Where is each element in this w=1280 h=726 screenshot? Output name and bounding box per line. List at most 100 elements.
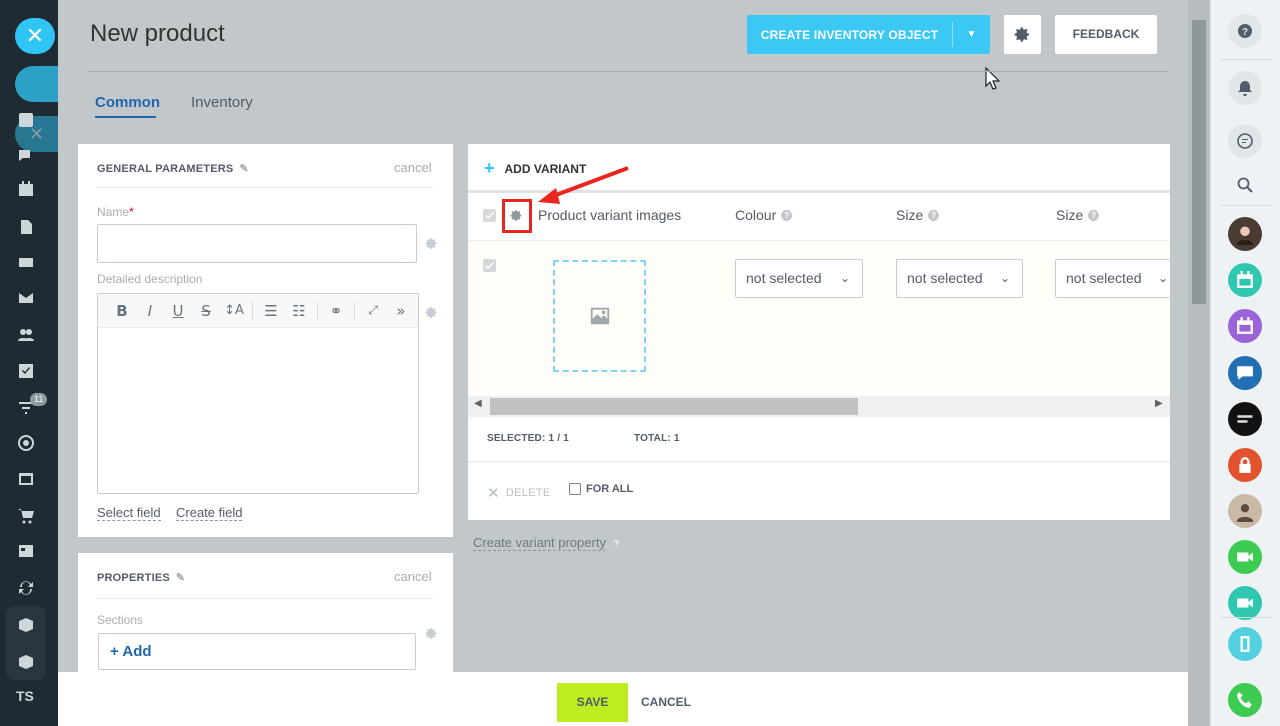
- checkbox-box[interactable]: [569, 483, 581, 495]
- underline-button[interactable]: U: [164, 302, 192, 320]
- column-header-size-2[interactable]: Size?: [1056, 207, 1100, 223]
- bulleted-list-icon[interactable]: ☷: [285, 302, 313, 320]
- search-icon[interactable]: [1228, 168, 1262, 202]
- pencil-icon[interactable]: ✎: [176, 571, 185, 584]
- help-icon[interactable]: ?: [781, 209, 793, 221]
- tasks-icon[interactable]: [17, 363, 35, 379]
- target-icon[interactable]: [17, 435, 35, 451]
- drive-icon[interactable]: [17, 254, 35, 270]
- bell-icon[interactable]: [1228, 71, 1262, 105]
- select-all-checkbox[interactable]: [483, 209, 496, 222]
- page-scrollbar-thumb[interactable]: [1192, 20, 1206, 304]
- scroll-left-icon[interactable]: ◀: [474, 398, 482, 409]
- link-icon[interactable]: ⚭: [322, 302, 350, 320]
- scroll-right-icon[interactable]: ▶: [1155, 398, 1163, 409]
- bold-button[interactable]: B: [108, 302, 136, 320]
- scrollbar-thumb[interactable]: [490, 398, 858, 415]
- settings-button[interactable]: [1004, 15, 1041, 54]
- chat-icon[interactable]: [1228, 124, 1262, 158]
- numbered-list-icon[interactable]: ☰: [257, 302, 285, 320]
- user-avatar-2[interactable]: [1228, 494, 1262, 528]
- properties-cancel-link[interactable]: cancel: [394, 569, 432, 584]
- fusion-avatar[interactable]: [1228, 402, 1262, 436]
- row-checkbox[interactable]: [483, 259, 496, 272]
- name-input[interactable]: [97, 224, 417, 263]
- column-header-colour[interactable]: Colour?: [735, 207, 793, 223]
- user-initials[interactable]: TS: [16, 688, 34, 704]
- toolbar-divider: [252, 301, 253, 320]
- chevron-down-icon: ⌄: [839, 271, 850, 285]
- calendar-icon[interactable]: [17, 181, 35, 197]
- slider-tab[interactable]: [15, 66, 58, 102]
- size-select[interactable]: not selected ⌄: [896, 259, 1023, 298]
- size2-select-value: not selected: [1066, 270, 1142, 286]
- image-icon: [590, 307, 609, 325]
- required-mark: *: [129, 205, 134, 219]
- feedback-button[interactable]: FEEDBACK: [1055, 15, 1157, 54]
- close-slider-button[interactable]: ✕: [15, 18, 55, 54]
- group-chat-icon[interactable]: [1228, 356, 1262, 390]
- rail-divider: [1221, 59, 1271, 60]
- contacts-icon[interactable]: [17, 327, 35, 343]
- description-field-settings[interactable]: [425, 306, 438, 319]
- calendar-icon[interactable]: [1228, 263, 1262, 297]
- column-header-size[interactable]: Size?: [896, 207, 940, 223]
- create-inventory-object-button[interactable]: CREATE INVENTORY OBJECT ▼: [747, 15, 990, 54]
- help-icon[interactable]: ?: [1228, 14, 1262, 48]
- sections-label: Sections: [97, 613, 144, 627]
- pencil-icon[interactable]: ✎: [239, 162, 248, 175]
- tab-inventory[interactable]: Inventory: [191, 94, 253, 111]
- lock-icon[interactable]: [1228, 448, 1262, 482]
- sections-field-settings[interactable]: [425, 627, 438, 640]
- help-icon[interactable]: ?: [611, 538, 622, 549]
- contact-card-icon[interactable]: [17, 543, 35, 559]
- header-divider: [88, 71, 1168, 72]
- toolbar-divider: [317, 301, 318, 320]
- more-icon[interactable]: »: [387, 302, 415, 320]
- properties-title: PROPERTIES ✎: [97, 571, 185, 584]
- sync-icon[interactable]: [17, 580, 35, 596]
- delete-button[interactable]: ✕ DELETE: [487, 484, 550, 502]
- fullscreen-icon[interactable]: ⤢: [359, 303, 387, 318]
- size-select-2[interactable]: not selected ⌄: [1055, 259, 1170, 298]
- chat-icon[interactable]: [17, 148, 35, 164]
- size-header-label: Size: [896, 207, 924, 223]
- calendar-icon-2[interactable]: [1228, 309, 1262, 343]
- user-avatar[interactable]: [1228, 217, 1262, 251]
- feed-icon[interactable]: [17, 112, 35, 128]
- cancel-button[interactable]: CANCEL: [641, 683, 691, 722]
- select-field-link[interactable]: Select field: [97, 505, 161, 521]
- save-button[interactable]: SAVE: [557, 683, 628, 722]
- active-tab-underline: [95, 116, 156, 118]
- box-icon[interactable]: [17, 617, 35, 633]
- video-call-icon-2[interactable]: [1228, 586, 1262, 620]
- phone-icon[interactable]: [1228, 683, 1262, 717]
- transfer-icon[interactable]: [1228, 627, 1262, 661]
- gear-icon: [425, 307, 437, 318]
- italic-button[interactable]: I: [136, 302, 164, 320]
- font-size-button[interactable]: ↕A: [220, 303, 248, 318]
- chevron-down-icon[interactable]: ▼: [953, 29, 990, 40]
- create-variant-property-link[interactable]: Create variant property: [473, 535, 606, 551]
- tab-common[interactable]: Common: [95, 94, 160, 111]
- colour-select[interactable]: not selected ⌄: [735, 259, 863, 298]
- for-all-label: FOR ALL: [586, 483, 634, 495]
- box-icon-2[interactable]: [17, 654, 35, 670]
- help-icon[interactable]: ?: [1088, 209, 1100, 221]
- cart-icon[interactable]: [17, 508, 35, 524]
- image-upload-area[interactable]: [553, 260, 646, 372]
- for-all-checkbox[interactable]: FOR ALL: [569, 483, 633, 495]
- strikethrough-button[interactable]: S: [192, 302, 220, 320]
- gear-icon: [425, 238, 437, 249]
- add-section-button[interactable]: + Add: [98, 633, 416, 670]
- general-cancel-link[interactable]: cancel: [394, 160, 432, 175]
- editor-toolbar: B I U S ↕A ☰ ☷ ⚭ ⤢ »: [98, 294, 418, 328]
- name-field-settings[interactable]: [425, 237, 438, 250]
- document-icon[interactable]: [17, 219, 35, 235]
- svg-text:?: ?: [1242, 27, 1248, 38]
- sites-icon[interactable]: [17, 471, 35, 487]
- help-icon[interactable]: ?: [928, 209, 940, 221]
- mail-icon[interactable]: [17, 290, 35, 306]
- create-field-link[interactable]: Create field: [176, 505, 243, 521]
- video-call-icon[interactable]: [1228, 540, 1262, 574]
